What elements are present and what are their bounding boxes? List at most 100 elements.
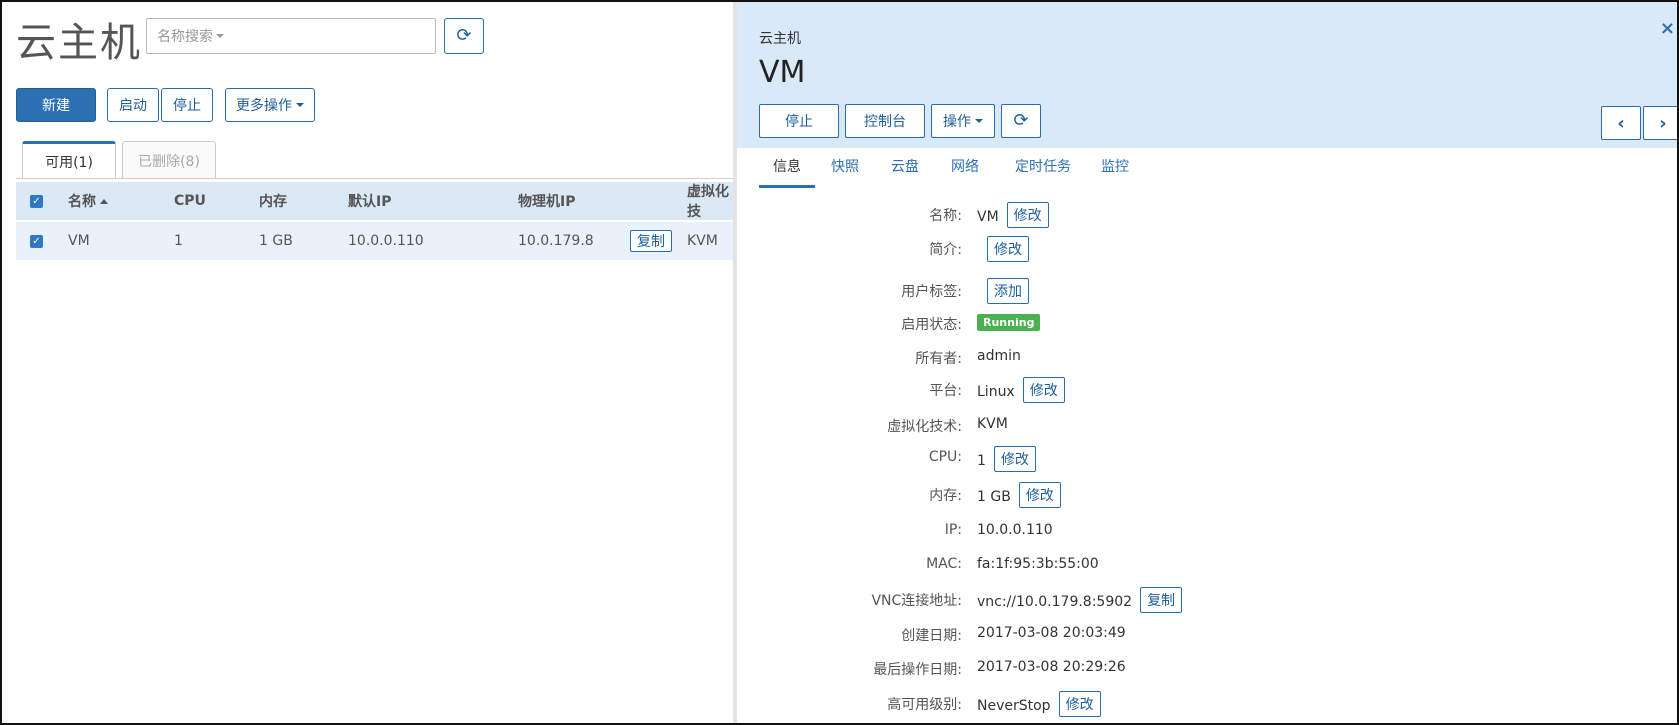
field-cpu: CPU: 1 修改 bbox=[737, 446, 1679, 472]
close-icon[interactable]: × bbox=[1660, 18, 1675, 39]
copy-vnc-button[interactable]: 复制 bbox=[1140, 587, 1183, 613]
column-name[interactable]: 名称 bbox=[68, 182, 108, 220]
field-description-label: 简介: bbox=[929, 242, 962, 258]
chevron-down-icon bbox=[296, 103, 304, 107]
edit-memory-button[interactable]: 修改 bbox=[1018, 482, 1061, 508]
tab-scheduled-tasks[interactable]: 定时任务 bbox=[1003, 156, 1083, 188]
search-input[interactable]: 名称搜索 bbox=[146, 18, 436, 54]
field-vnc-value: vnc://10.0.179.8:5902 bbox=[977, 593, 1133, 610]
edit-name-button[interactable]: 修改 bbox=[1006, 202, 1049, 228]
tab-deleted[interactable]: 已删除(8) bbox=[122, 141, 216, 179]
field-ha-level-value: NeverStop bbox=[977, 697, 1051, 714]
field-created-label: 创建日期: bbox=[901, 628, 962, 644]
tab-available[interactable]: 可用(1) bbox=[22, 141, 116, 179]
tab-snapshots[interactable]: 快照 bbox=[823, 156, 867, 188]
field-platform: 平台: Linux 修改 bbox=[737, 377, 1679, 403]
field-cpu-value: 1 bbox=[977, 452, 986, 469]
edit-cpu-button[interactable]: 修改 bbox=[993, 446, 1036, 472]
field-name: 名称: VM 修改 bbox=[737, 202, 1679, 228]
tab-info[interactable]: 信息 bbox=[759, 156, 815, 188]
stop-button[interactable]: 停止 bbox=[161, 88, 213, 122]
refresh-icon: ⟳ bbox=[1013, 110, 1029, 131]
cell-default-ip: 10.0.0.110 bbox=[348, 233, 424, 249]
detail-refresh-button[interactable]: ⟳ bbox=[1001, 104, 1041, 138]
field-user-tags-label: 用户标签: bbox=[901, 284, 962, 300]
edit-ha-level-button[interactable]: 修改 bbox=[1058, 691, 1101, 717]
field-ha-level: 高可用级别: NeverStop 修改 bbox=[737, 691, 1679, 717]
column-default-ip: 默认IP bbox=[348, 194, 392, 210]
field-name-value: VM bbox=[977, 208, 999, 225]
column-hypervisor: 虚拟化技 bbox=[687, 184, 729, 220]
more-actions-button[interactable]: 更多操作 bbox=[225, 88, 315, 122]
table-header: ✓ 名称 CPU 内存 默认IP 物理机IP 虚拟化技 bbox=[16, 182, 736, 220]
refresh-button[interactable]: ⟳ bbox=[444, 18, 484, 54]
next-button[interactable]: › bbox=[1643, 106, 1679, 140]
cell-host-ip: 10.0.179.8 bbox=[518, 233, 594, 249]
detail-header: 云主机 VM × 停止 控制台 操作 ⟳ ‹ › bbox=[737, 0, 1679, 148]
operations-button[interactable]: 操作 bbox=[931, 104, 995, 138]
search-placeholder: 名称搜索 bbox=[157, 29, 213, 45]
console-button[interactable]: 控制台 bbox=[845, 104, 925, 138]
field-user-tags: 用户标签: 添加 bbox=[737, 278, 1679, 304]
tab-monitoring[interactable]: 监控 bbox=[1093, 156, 1137, 188]
field-mac: MAC: fa:1f:95:3b:55:00 bbox=[737, 553, 1679, 579]
start-button[interactable]: 启动 bbox=[107, 88, 159, 122]
field-created-value: 2017-03-08 20:03:49 bbox=[977, 625, 1126, 641]
tab-disks[interactable]: 云盘 bbox=[883, 156, 927, 188]
field-mac-value: fa:1f:95:3b:55:00 bbox=[977, 556, 1099, 572]
prev-button[interactable]: ‹ bbox=[1601, 106, 1641, 140]
page-title: 云主机 bbox=[16, 20, 142, 66]
column-name-label: 名称 bbox=[68, 194, 96, 210]
add-tag-button[interactable]: 添加 bbox=[987, 278, 1029, 304]
field-vnc: VNC连接地址: vnc://10.0.179.8:5902 复制 bbox=[737, 587, 1679, 613]
tab-divider bbox=[16, 178, 736, 179]
detail-panel: 云主机 VM × 停止 控制台 操作 ⟳ ‹ › 信息 快照 云盘 网络 定时任… bbox=[733, 0, 1679, 725]
field-last-operation: 最后操作日期: 2017-03-08 20:29:26 bbox=[737, 656, 1679, 682]
field-platform-value: Linux bbox=[977, 383, 1015, 400]
field-memory-label: 内存: bbox=[929, 488, 962, 504]
field-last-operation-value: 2017-03-08 20:29:26 bbox=[977, 659, 1126, 675]
chevron-down-icon bbox=[216, 34, 224, 38]
cell-memory: 1 GB bbox=[259, 233, 293, 249]
detail-subtitle: 云主机 bbox=[759, 31, 801, 47]
chevron-left-icon: ‹ bbox=[1617, 112, 1625, 134]
field-state-label: 启用状态: bbox=[901, 317, 962, 333]
field-virtualization-label: 虚拟化技术: bbox=[887, 419, 962, 435]
field-name-label: 名称: bbox=[929, 208, 962, 224]
sort-up-icon bbox=[100, 198, 108, 204]
more-actions-label: 更多操作 bbox=[236, 98, 292, 114]
status-badge: Running bbox=[977, 314, 1041, 331]
chevron-right-icon: › bbox=[1659, 112, 1667, 134]
field-platform-label: 平台: bbox=[929, 383, 962, 399]
edit-description-button[interactable]: 修改 bbox=[987, 236, 1029, 262]
table-row[interactable]: ✓ VM 1 1 GB 10.0.0.110 10.0.179.8 复制 KVM bbox=[16, 222, 736, 260]
cell-hypervisor: KVM bbox=[687, 233, 718, 249]
field-owner: 所有者: admin bbox=[737, 345, 1679, 371]
field-ip-value: 10.0.0.110 bbox=[977, 522, 1053, 538]
field-state: 启用状态: Running bbox=[737, 311, 1679, 337]
select-all-checkbox[interactable]: ✓ bbox=[30, 195, 43, 208]
edit-platform-button[interactable]: 修改 bbox=[1022, 377, 1065, 403]
chevron-down-icon bbox=[975, 119, 983, 123]
refresh-icon: ⟳ bbox=[456, 25, 472, 46]
copy-host-ip-button[interactable]: 复制 bbox=[630, 230, 672, 252]
field-ip: IP: 10.0.0.110 bbox=[737, 519, 1679, 545]
column-memory: 内存 bbox=[259, 194, 287, 210]
field-mac-label: MAC: bbox=[926, 556, 962, 572]
detail-stop-button[interactable]: 停止 bbox=[759, 104, 839, 138]
operations-label: 操作 bbox=[943, 114, 971, 130]
tab-network[interactable]: 网络 bbox=[943, 156, 987, 188]
new-button[interactable]: 新建 bbox=[16, 88, 96, 122]
field-ip-label: IP: bbox=[944, 522, 962, 538]
field-owner-value: admin bbox=[977, 348, 1021, 364]
field-memory-value: 1 GB bbox=[977, 488, 1011, 505]
field-vnc-label: VNC连接地址: bbox=[871, 593, 962, 609]
cell-name[interactable]: VM bbox=[68, 222, 90, 260]
cell-cpu: 1 bbox=[174, 233, 183, 249]
field-owner-label: 所有者: bbox=[915, 351, 962, 367]
detail-title: VM bbox=[759, 55, 806, 90]
field-virtualization-value: KVM bbox=[977, 416, 1008, 432]
column-host-ip: 物理机IP bbox=[518, 194, 576, 210]
row-checkbox[interactable]: ✓ bbox=[30, 235, 43, 248]
field-last-operation-label: 最后操作日期: bbox=[873, 662, 962, 678]
